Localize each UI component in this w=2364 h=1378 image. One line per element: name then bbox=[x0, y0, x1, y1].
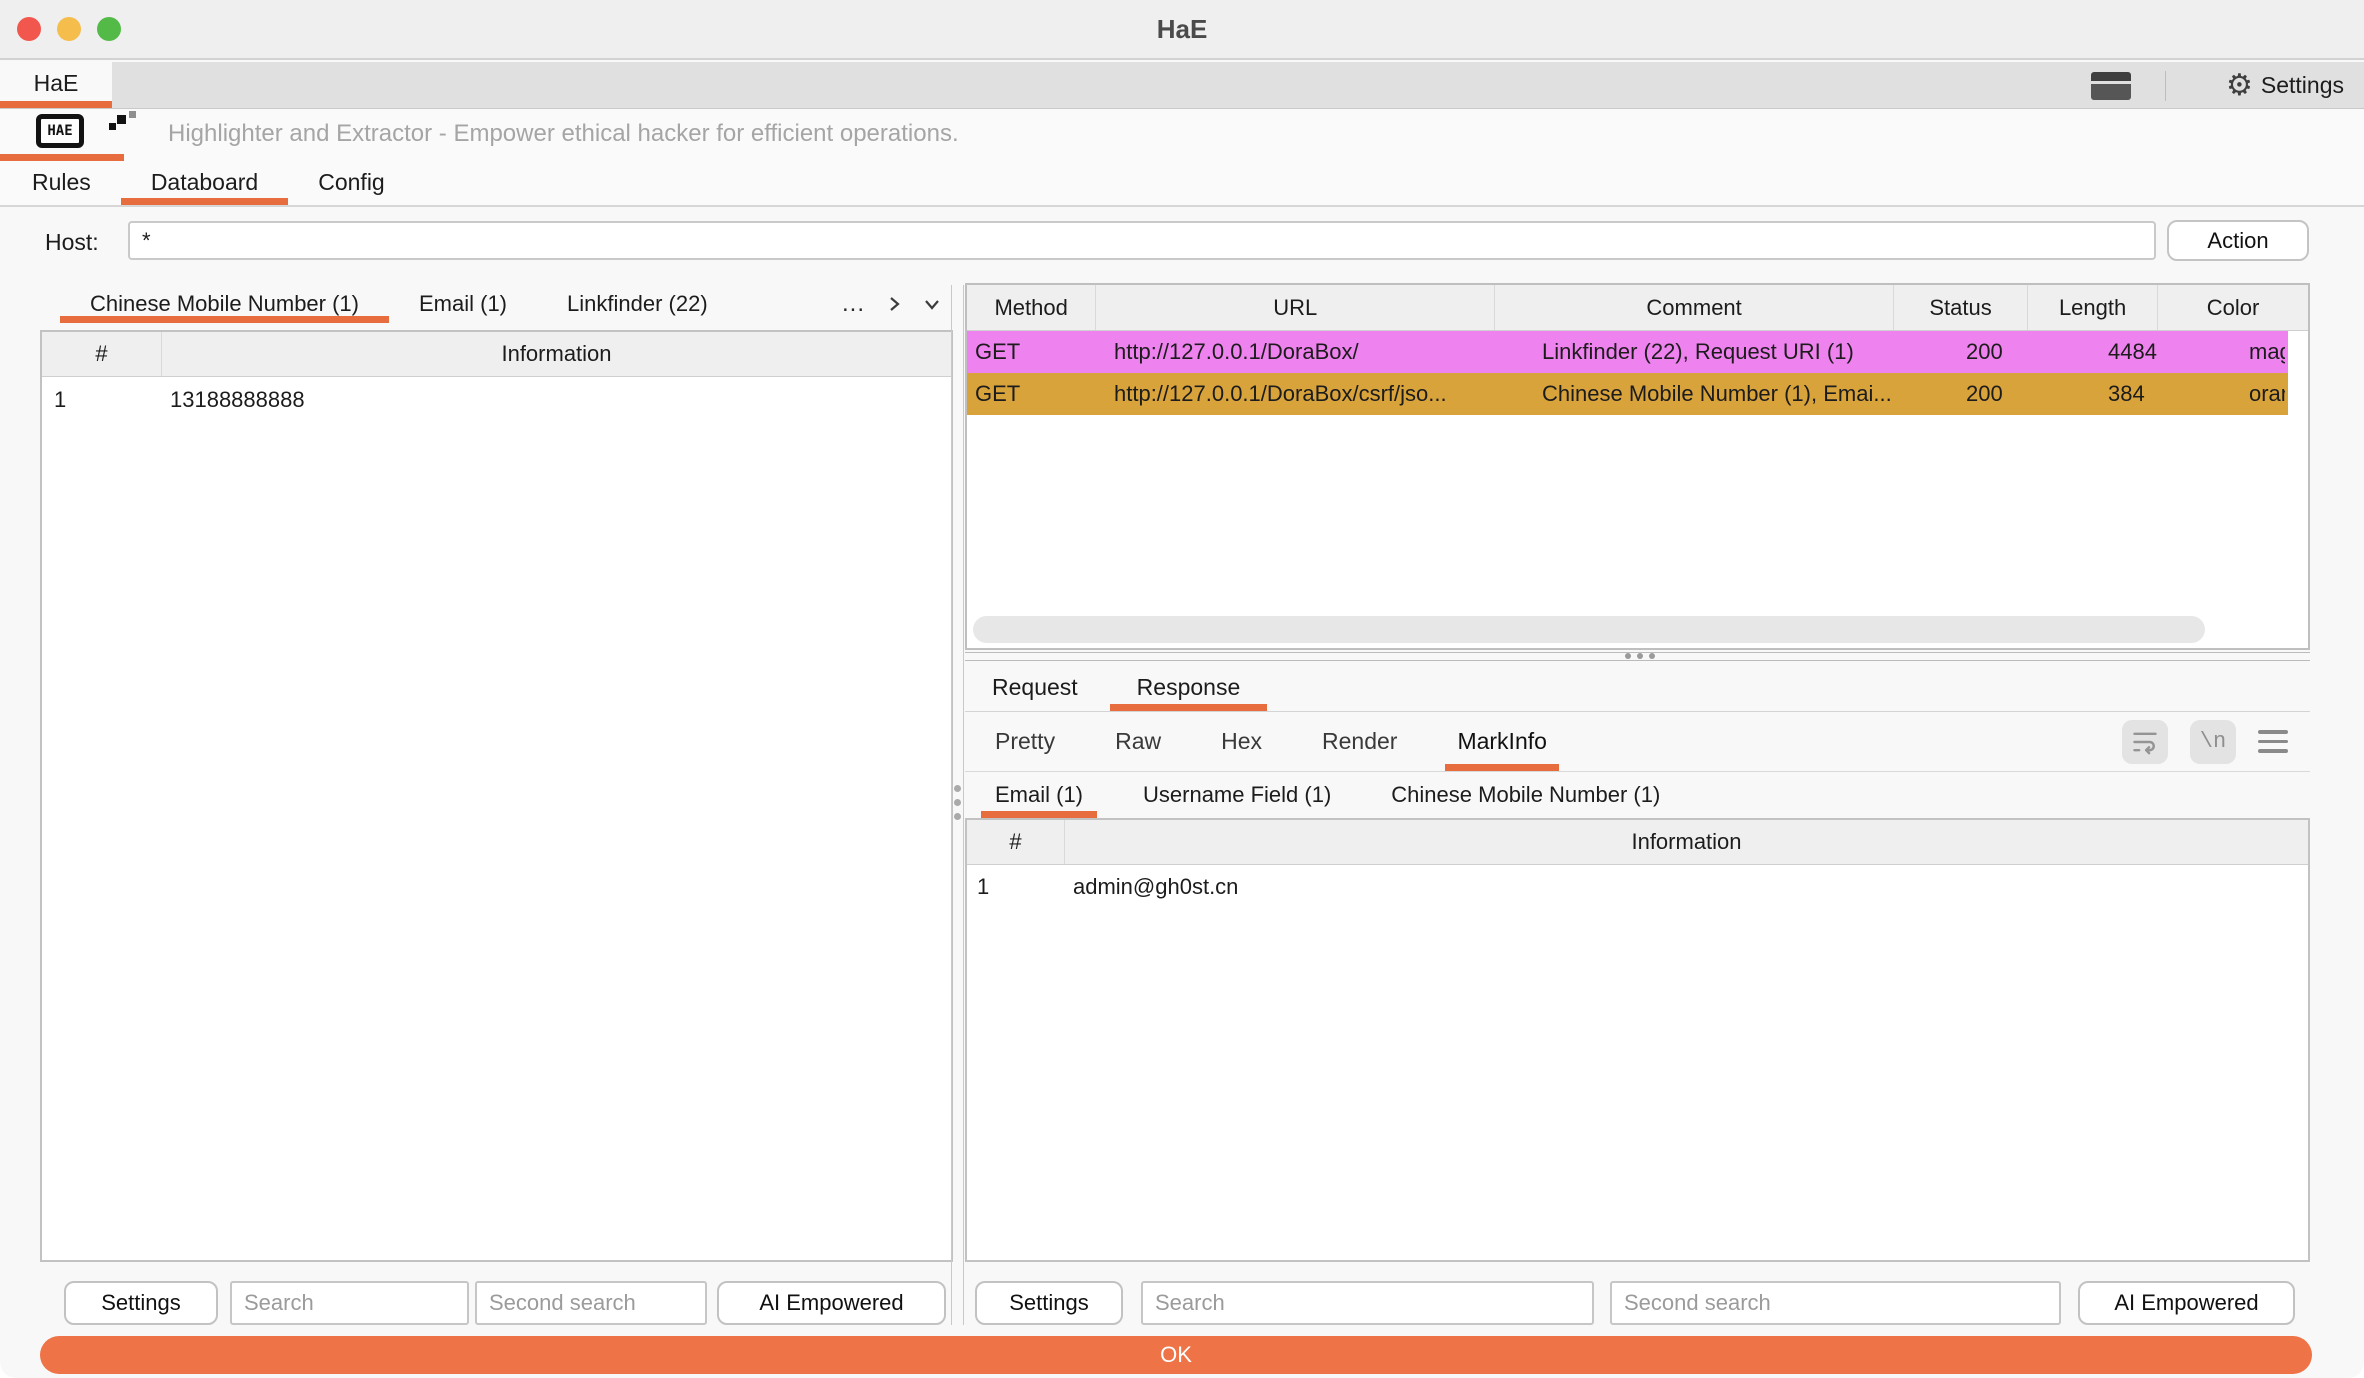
requests-table: Method URL Comment Status Length Color G… bbox=[965, 283, 2310, 650]
banner: HAE Highlighter and Extractor - Empower … bbox=[0, 109, 2364, 161]
column-header-color: Color bbox=[2158, 285, 2308, 330]
table-row[interactable]: 1 13188888888 bbox=[42, 377, 951, 422]
logo-pixel bbox=[129, 111, 136, 118]
column-header-num: # bbox=[967, 820, 1065, 864]
table-row[interactable]: 1 admin@gh0st.cn bbox=[967, 865, 2308, 909]
settings-label: Settings bbox=[2261, 72, 2344, 99]
column-header-method: Method bbox=[967, 285, 1096, 330]
extracted-info-table: # Information 1 13188888888 bbox=[40, 330, 953, 1262]
tab-request[interactable]: Request bbox=[965, 663, 1105, 711]
hae-logo-icon[interactable]: HAE bbox=[36, 114, 84, 148]
extension-tabstrip: HaE ⚙ Settings bbox=[0, 62, 2364, 109]
extracted-data-panel: Chinese Mobile Number (1) Email (1) Link… bbox=[40, 285, 953, 1325]
extracted-tabs: Chinese Mobile Number (1) Email (1) Link… bbox=[40, 285, 953, 323]
banner-subtitle: Highlighter and Extractor - Empower ethi… bbox=[168, 109, 959, 161]
tab-raw[interactable]: Raw bbox=[1103, 712, 1173, 771]
settings-button[interactable]: Settings bbox=[64, 1281, 218, 1325]
column-header-length: Length bbox=[2028, 285, 2158, 330]
chevron-down-icon[interactable] bbox=[923, 295, 941, 313]
search-input[interactable] bbox=[1141, 1281, 1594, 1325]
ai-empowered-button[interactable]: AI Empowered bbox=[717, 1281, 946, 1325]
column-header-comment: Comment bbox=[1495, 285, 1894, 330]
action-button[interactable]: Action bbox=[2167, 220, 2309, 261]
wrap-lines-icon[interactable] bbox=[2122, 720, 2168, 764]
logo-tab-underline bbox=[0, 154, 124, 161]
tab-render[interactable]: Render bbox=[1310, 712, 1409, 771]
search-input[interactable] bbox=[230, 1281, 469, 1325]
main-nav-tabs: Rules Databoard Config bbox=[0, 161, 2364, 207]
tab-email[interactable]: Email (1) bbox=[389, 285, 537, 323]
second-search-input[interactable] bbox=[475, 1281, 707, 1325]
panel-splitter[interactable] bbox=[951, 285, 964, 1325]
tab-response[interactable]: Response bbox=[1110, 663, 1268, 711]
chevron-right-icon[interactable] bbox=[885, 295, 903, 313]
editor-mode-tabs: Pretty Raw Hex Render MarkInfo \n bbox=[965, 712, 2310, 772]
message-tabs: Request Response bbox=[965, 663, 2310, 712]
host-label: Host: bbox=[45, 229, 99, 256]
horizontal-scrollbar-thumb[interactable] bbox=[973, 616, 2205, 643]
ok-status-bar[interactable]: OK bbox=[40, 1336, 2312, 1374]
splitter-handle-dots[interactable] bbox=[954, 785, 961, 820]
hae-window: HaE HaE ⚙ Settings HAE Highlighter and E… bbox=[0, 0, 2364, 1378]
host-row: Host: Action bbox=[0, 209, 2364, 283]
window-title: HaE bbox=[0, 0, 2364, 60]
gear-icon: ⚙ bbox=[2226, 71, 2253, 101]
settings-button[interactable]: ⚙ Settings bbox=[2226, 62, 2344, 109]
tab-config[interactable]: Config bbox=[288, 161, 414, 205]
tab-hex[interactable]: Hex bbox=[1209, 712, 1274, 771]
column-header-information: Information bbox=[162, 332, 951, 376]
tab-overflow-ellipsis[interactable]: ... bbox=[842, 299, 865, 309]
tab-hae[interactable]: HaE bbox=[0, 62, 112, 108]
markinfo-table: # Information 1 admin@gh0st.cn bbox=[965, 818, 2310, 1262]
tab-databoard[interactable]: Databoard bbox=[121, 161, 288, 205]
tab-rules[interactable]: Rules bbox=[2, 161, 121, 205]
newline-icon[interactable]: \n bbox=[2190, 720, 2236, 764]
tabstrip-separator bbox=[2165, 71, 2166, 101]
column-header-url: URL bbox=[1096, 285, 1495, 330]
host-input[interactable] bbox=[128, 221, 2156, 260]
settings-button[interactable]: Settings bbox=[975, 1281, 1123, 1325]
tab-markinfo[interactable]: MarkInfo bbox=[1445, 712, 1558, 771]
second-search-input[interactable] bbox=[1610, 1281, 2061, 1325]
column-header-status: Status bbox=[1894, 285, 2028, 330]
splitter-handle-dots[interactable] bbox=[1625, 653, 1655, 659]
viewer-splitter[interactable] bbox=[965, 650, 2310, 663]
column-header-information: Information bbox=[1065, 820, 2308, 864]
requests-panel: Method URL Comment Status Length Color G… bbox=[965, 283, 2310, 1325]
tab-chinese-mobile-number[interactable]: Chinese Mobile Number (1) bbox=[60, 285, 389, 323]
logo-pixel bbox=[109, 123, 116, 130]
tab-linkfinder[interactable]: Linkfinder (22) bbox=[537, 285, 738, 323]
column-header-num: # bbox=[42, 332, 162, 376]
logo-pixel bbox=[117, 115, 126, 124]
request-row[interactable]: GET http://127.0.0.1/DoraBox/ Linkfinder… bbox=[967, 331, 2288, 373]
request-row[interactable]: GET http://127.0.0.1/DoraBox/csrf/jso...… bbox=[967, 373, 2288, 415]
tab-markinfo-email[interactable]: Email (1) bbox=[981, 772, 1097, 818]
markinfo-tabs: Email (1) Username Field (1) Chinese Mob… bbox=[965, 772, 2310, 818]
ai-empowered-button[interactable]: AI Empowered bbox=[2078, 1281, 2295, 1325]
tab-pretty[interactable]: Pretty bbox=[983, 712, 1067, 771]
titlebar: HaE bbox=[0, 0, 2364, 60]
tab-markinfo-chinese-mobile[interactable]: Chinese Mobile Number (1) bbox=[1377, 772, 1674, 818]
menu-icon[interactable] bbox=[2258, 730, 2288, 753]
tab-markinfo-username-field[interactable]: Username Field (1) bbox=[1129, 772, 1345, 818]
ok-label: OK bbox=[1160, 1342, 1192, 1368]
window-panel-icon[interactable] bbox=[2091, 72, 2131, 100]
